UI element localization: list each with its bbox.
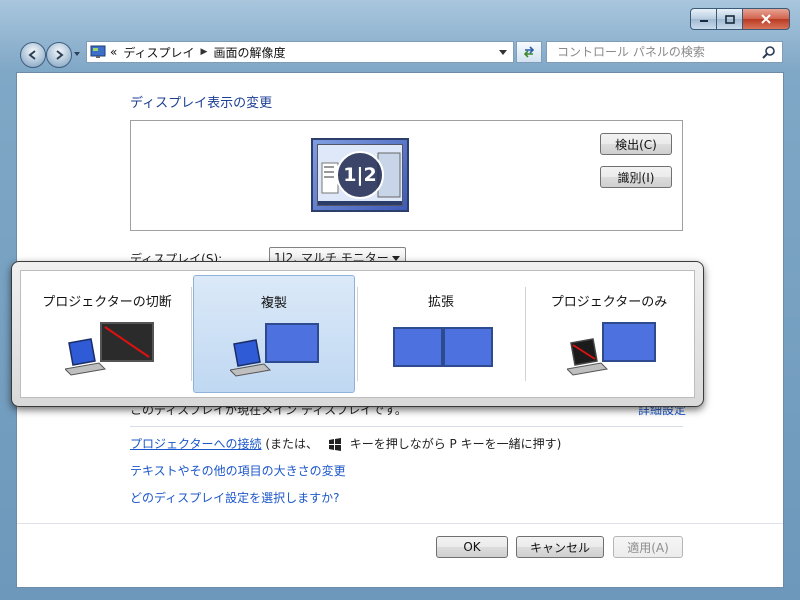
projector-connect-link[interactable]: プロジェクターへの接続 xyxy=(130,437,262,451)
back-arrow-icon xyxy=(28,50,36,60)
refresh-icon xyxy=(523,46,535,58)
projector-flyout: プロジェクターの切断 複製 拡張 プロジェクターのみ xyxy=(11,261,704,407)
detect-button[interactable]: 検出(C) xyxy=(600,133,672,155)
minimize-button[interactable] xyxy=(690,8,717,30)
option-separator xyxy=(191,287,192,381)
option-label: 複製 xyxy=(260,296,287,311)
maximize-button[interactable] xyxy=(717,8,743,30)
address-bar[interactable]: « ディスプレイ ▶ 画面の解像度 xyxy=(86,41,514,63)
option-duplicate[interactable]: 複製 xyxy=(193,275,355,393)
projector-hint-prefix: (または、 xyxy=(265,437,319,451)
close-button[interactable] xyxy=(743,8,790,30)
display-preview-area: 1|2 検出(C) 識別(I) xyxy=(130,120,683,231)
breadcrumb-screen-resolution[interactable]: 画面の解像度 xyxy=(213,44,285,61)
disconnect-projector-icon xyxy=(65,322,154,376)
option-extend[interactable]: 拡張 xyxy=(359,275,523,393)
search-input[interactable] xyxy=(555,44,764,60)
monitor-preview[interactable]: 1|2 xyxy=(311,138,409,212)
projector-only-icon xyxy=(567,322,656,376)
monitor-screen: 1|2 xyxy=(317,144,403,206)
back-button[interactable] xyxy=(20,42,46,68)
maximize-icon xyxy=(724,14,735,24)
identify-button[interactable]: 識別(I) xyxy=(600,166,672,188)
option-label: 拡張 xyxy=(427,295,454,310)
cancel-button[interactable]: キャンセル xyxy=(516,536,604,558)
projector-hint-suffix: キーを押しながら P キーを一緒に押す) xyxy=(349,437,562,451)
extend-icon xyxy=(393,327,493,367)
projector-options: プロジェクターの切断 複製 拡張 プロジェクターのみ xyxy=(20,270,695,398)
option-label: プロジェクターの切断 xyxy=(42,295,172,310)
control-panel-icon xyxy=(90,45,106,58)
breadcrumb-overflow[interactable]: « xyxy=(110,45,117,59)
window-controls xyxy=(690,8,790,30)
option-separator xyxy=(357,287,358,381)
recent-pages-dropdown[interactable] xyxy=(74,52,80,56)
search-icon[interactable] xyxy=(762,45,776,59)
page-title: ディスプレイ表示の変更 xyxy=(130,96,273,111)
footer-divider xyxy=(17,523,783,524)
divider xyxy=(130,426,683,427)
monitor-number-badge: 1|2 xyxy=(336,151,384,199)
projector-connect-line: プロジェクターへの接続 (または、 キーを押しながら P キーを一緒に押す) xyxy=(130,435,561,452)
which-setting-link[interactable]: どのディスプレイ設定を選択しますか? xyxy=(130,489,340,506)
address-history-dropdown[interactable] xyxy=(499,50,507,55)
minimize-icon xyxy=(699,20,708,22)
refresh-button[interactable] xyxy=(516,41,542,63)
option-separator xyxy=(525,287,526,381)
duplicate-icon xyxy=(230,323,319,377)
ok-button[interactable]: OK xyxy=(436,536,508,558)
option-disconnect-projector[interactable]: プロジェクターの切断 xyxy=(25,275,189,393)
breadcrumb-display[interactable]: ディスプレイ xyxy=(123,44,194,61)
option-label: プロジェクターのみ xyxy=(550,295,668,310)
option-projector-only[interactable]: プロジェクターのみ xyxy=(527,275,691,393)
windows-logo-icon xyxy=(328,438,341,451)
close-icon xyxy=(761,14,771,24)
forward-button[interactable] xyxy=(46,42,72,68)
apply-button[interactable]: 適用(A) xyxy=(613,536,683,558)
search-box[interactable] xyxy=(546,41,783,63)
breadcrumb-separator-icon[interactable]: ▶ xyxy=(201,47,208,57)
forward-arrow-icon xyxy=(56,50,64,60)
text-size-link[interactable]: テキストやその他の項目の大きさの変更 xyxy=(130,462,346,479)
